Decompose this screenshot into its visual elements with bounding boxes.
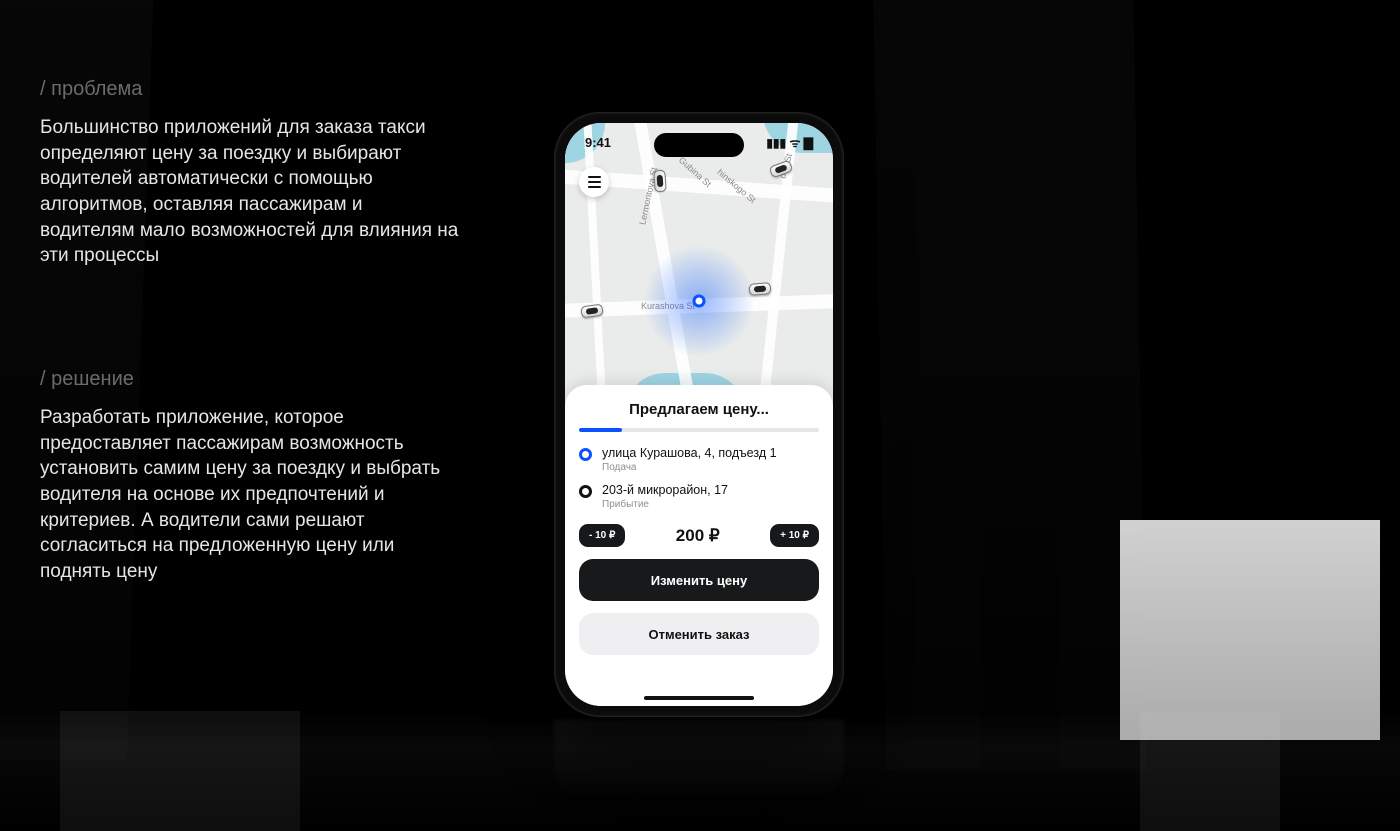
phone-reflection — [554, 720, 844, 810]
origin-row[interactable]: улица Курашова, 4, подъезд 1 Подача — [579, 446, 819, 473]
origin-dot-icon — [579, 448, 592, 461]
dynamic-island — [654, 133, 744, 157]
section-heading: / проблема — [40, 78, 460, 101]
price-value: 200 ₽ — [676, 526, 720, 546]
section-body: Большинство приложений для заказа такси … — [40, 115, 460, 269]
car-icon — [749, 282, 772, 296]
status-time: 9:41 — [585, 135, 611, 150]
section-body: Разработать приложение, которое предоста… — [40, 405, 460, 584]
destination-text: 203-й микрорайон, 17 Прибытие — [602, 483, 728, 510]
address-sub: Прибытие — [602, 499, 728, 510]
destination-row[interactable]: 203-й микрорайон, 17 Прибытие — [579, 483, 819, 510]
origin-text: улица Курашова, 4, подъезд 1 Подача — [602, 446, 777, 473]
hamburger-icon — [588, 176, 601, 178]
phone-mockup: 9:41 ▮▮▮ ᯤ ▇ Lermontova St Gubina St hin… — [554, 112, 844, 717]
location-pin-icon — [693, 295, 706, 308]
address-sub: Подача — [602, 462, 777, 473]
bottom-sheet: Предлагаем цену... улица Курашова, 4, по… — [565, 385, 833, 706]
change-price-button[interactable]: Изменить цену — [579, 559, 819, 601]
address-line: улица Курашова, 4, подъезд 1 — [602, 446, 777, 461]
section-solution: / решение Разработать приложение, которо… — [40, 368, 460, 584]
section-heading: / решение — [40, 368, 460, 391]
bg-light-panel — [1120, 520, 1380, 740]
destination-dot-icon — [579, 485, 592, 498]
cancel-order-button[interactable]: Отменить заказ — [579, 613, 819, 655]
progress-fill — [579, 428, 622, 432]
price-increment-button[interactable]: + 10 ₽ — [770, 524, 819, 547]
status-icons: ▮▮▮ ᯤ ▇ — [766, 134, 813, 151]
hamburger-icon — [588, 186, 601, 188]
menu-button[interactable] — [579, 167, 609, 197]
section-problem: / проблема Большинство приложений для за… — [40, 78, 460, 269]
map-road — [582, 123, 616, 413]
progress-bar — [579, 428, 819, 432]
address-line: 203-й микрорайон, 17 — [602, 483, 728, 498]
price-row: - 10 ₽ 200 ₽ + 10 ₽ — [579, 524, 819, 547]
home-indicator — [644, 696, 754, 700]
phone-screen: 9:41 ▮▮▮ ᯤ ▇ Lermontova St Gubina St hin… — [565, 123, 833, 706]
presentation-slide: / проблема Большинство приложений для за… — [0, 0, 1400, 831]
phone-body: 9:41 ▮▮▮ ᯤ ▇ Lermontova St Gubina St hin… — [554, 112, 844, 717]
hamburger-icon — [588, 181, 601, 183]
map-view[interactable]: Lermontova St Gubina St hinskogo St ova … — [565, 123, 833, 413]
car-icon — [653, 170, 667, 193]
route-stops: улица Курашова, 4, подъезд 1 Подача 203-… — [579, 446, 819, 510]
sheet-title: Предлагаем цену... — [579, 401, 819, 418]
price-decrement-button[interactable]: - 10 ₽ — [579, 524, 625, 547]
